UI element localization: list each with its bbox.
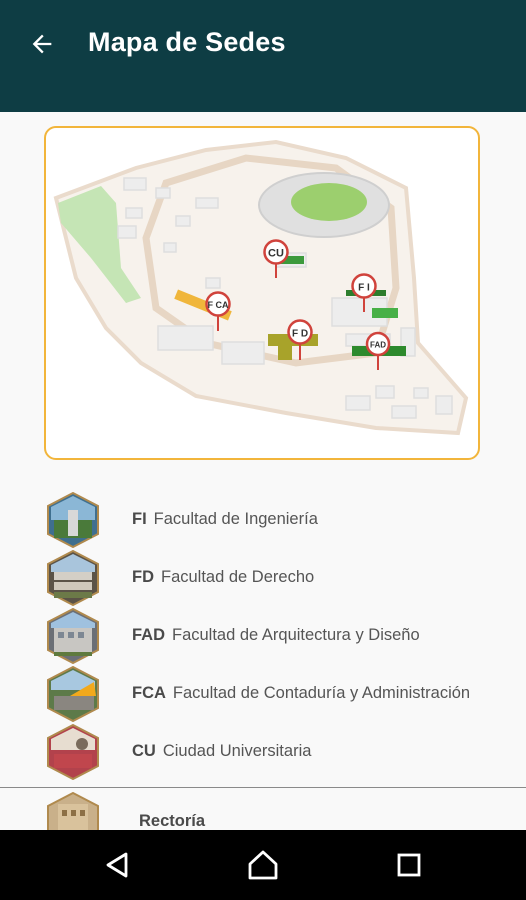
nav-home-button[interactable] — [243, 847, 283, 883]
list-item-rectoria[interactable] — [0, 790, 526, 830]
nav-back-button[interactable] — [97, 847, 137, 883]
fi-building-annex — [372, 308, 398, 318]
sede-name: Facultad de Contaduría y Administración — [172, 684, 471, 702]
back-button[interactable] — [22, 26, 62, 62]
campus-map-illustration: CU F I F CA F D FAD — [53, 139, 469, 436]
campus-thumbnail — [47, 724, 99, 780]
home-circle-icon — [248, 850, 278, 880]
rectory-building-thumbnail — [47, 792, 99, 830]
marker-label: F CA — [208, 300, 229, 310]
list-item-fi[interactable]: FI Facultad de Ingeniería — [0, 490, 526, 548]
accounting-building-thumbnail — [47, 666, 99, 722]
list-item-fca[interactable]: FCA Facultad de Contaduría y Administraci… — [0, 664, 526, 722]
marker-label: F D — [292, 329, 308, 340]
page-title: Mapa de Sedes — [88, 27, 286, 57]
sede-code: CU — [132, 742, 156, 760]
sede-name: Facultad de Arquitectura y Diseño — [172, 626, 420, 644]
sede-code: FCA — [132, 684, 166, 702]
marker-label: F I — [358, 283, 370, 294]
list-divider — [0, 787, 526, 788]
marker-label: FAD — [370, 341, 386, 350]
system-nav-bar — [0, 830, 526, 900]
law-building-thumbnail — [47, 550, 99, 606]
sede-name-rectoria: Rectoría — [139, 812, 206, 830]
stadium-field — [291, 183, 367, 221]
square-recents-icon — [397, 853, 421, 877]
fd-building-annex — [278, 346, 292, 360]
sede-name: Facultad de Derecho — [161, 568, 315, 586]
marker-label: CU — [268, 248, 284, 260]
sede-code: FAD — [132, 626, 165, 644]
architecture-building-thumbnail — [47, 608, 99, 664]
sede-code: FI — [132, 510, 147, 528]
campus-map[interactable]: CU F I F CA F D FAD — [44, 126, 480, 460]
triangle-back-icon — [106, 852, 128, 878]
sede-code: FD — [132, 568, 154, 586]
list-item-fd[interactable]: FD Facultad de Derecho — [0, 548, 526, 606]
list-item-cu[interactable]: CU Ciudad Universitaria — [0, 722, 526, 780]
app-bar: Mapa de Sedes — [0, 0, 526, 112]
nav-recents-button[interactable] — [389, 847, 429, 883]
arrow-back-icon — [32, 34, 52, 54]
engineering-building-thumbnail — [47, 492, 99, 548]
sede-name: Facultad de Ingeniería — [153, 510, 318, 528]
sede-name: Ciudad Universitaria — [162, 742, 312, 760]
list-item-fad[interactable]: FAD Facultad de Arquitectura y Diseño — [0, 606, 526, 664]
